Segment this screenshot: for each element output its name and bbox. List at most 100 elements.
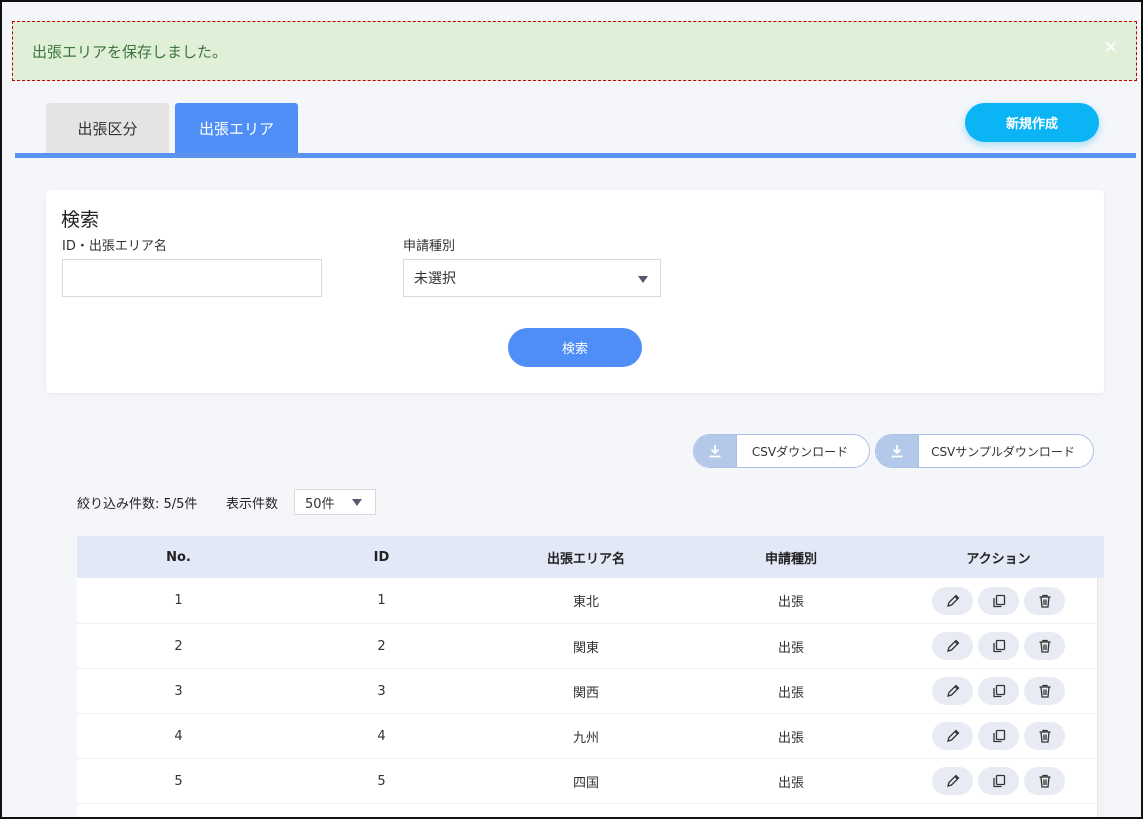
trash-icon [1037, 728, 1053, 744]
cell-type: 出張 [777, 775, 804, 791]
type-select[interactable]: 未選択 [403, 259, 661, 297]
cell-type: 出張 [777, 595, 804, 610]
row-actions [893, 722, 1104, 750]
edit-button[interactable] [932, 677, 973, 705]
app-frame: 出張エリアを保存しました。 ✕ 出張区分 出張エリア 新規作成 検索 ID・出張… [0, 0, 1143, 819]
type-field-label: 申請種別 [403, 239, 456, 254]
delete-button[interactable] [1024, 632, 1065, 660]
copy-icon [991, 773, 1007, 789]
cell-no: 4 [174, 728, 183, 744]
per-page-label: 表示件数 [226, 497, 279, 512]
tab-label: 出張区分 [77, 120, 138, 138]
csv-download-label: CSVダウンロード [751, 444, 849, 459]
csv-sample-label: CSVサンプルダウンロード [931, 444, 1075, 459]
cell-id: 2 [377, 638, 386, 654]
pencil-icon [945, 593, 961, 609]
tab-label: 出張エリア [198, 120, 274, 138]
header-area-name: 出張エリア名 [546, 551, 625, 567]
copy-icon [991, 728, 1007, 744]
row-actions [893, 677, 1104, 705]
cell-id: 5 [377, 773, 386, 789]
row-actions [893, 586, 1104, 615]
close-icon[interactable]: ✕ [1104, 40, 1118, 57]
cell-no: 5 [174, 773, 183, 789]
header-id: ID [373, 549, 390, 565]
delete-button[interactable] [1024, 586, 1065, 615]
table-header: No. ID 出張エリア名 申請種別 アクション [77, 536, 1104, 578]
cell-type: 出張 [777, 685, 804, 701]
edit-button[interactable] [932, 722, 973, 750]
header-type: 申請種別 [764, 551, 817, 567]
cell-id: 1 [377, 593, 386, 608]
cell-no: 1 [174, 593, 183, 608]
alert-message: 出張エリアを保存しました。 [32, 42, 228, 61]
pencil-icon [945, 683, 961, 699]
copy-button[interactable] [978, 767, 1019, 795]
header-no: No. [166, 549, 191, 565]
chevron-down-icon [638, 276, 648, 283]
cell-area-name: 九州 [572, 730, 599, 746]
cell-area-name: 四国 [572, 775, 599, 791]
copy-button[interactable] [978, 722, 1019, 750]
search-title: 検索 [61, 209, 100, 231]
table-row[interactable]: 4 4 九州 出張 [77, 714, 1104, 759]
table-row[interactable]: 3 3 関西 出張 [77, 669, 1104, 714]
delete-button[interactable] [1024, 722, 1065, 750]
tab-trip-area[interactable]: 出張エリア [175, 103, 298, 154]
trash-icon [1037, 638, 1053, 654]
cell-id: 3 [377, 683, 386, 699]
copy-icon [991, 638, 1007, 654]
edit-button[interactable] [932, 767, 973, 795]
copy-icon [991, 683, 1007, 699]
table-row[interactable]: 2 2 関東 出張 [77, 624, 1104, 669]
trash-icon [1037, 773, 1053, 789]
create-new-label: 新規作成 [1005, 117, 1058, 132]
pencil-icon [945, 773, 961, 789]
table-body: 1 1 東北 出張 2 2 関東 出張 3 3 関西 出張 4 4 九州 出張 5 5 四国 出張 [77, 578, 1104, 804]
header-action: アクション [966, 551, 1031, 567]
search-button-label: 検索 [561, 342, 588, 357]
table-row[interactable]: 5 5 四国 出張 [77, 759, 1104, 804]
edit-button[interactable] [932, 632, 973, 660]
filter-count: 絞り込み件数: 5/5件 [77, 497, 198, 512]
search-panel: 検索 ID・出張エリア名 申請種別 未選択 検索 [46, 190, 1104, 393]
name-field-label: ID・出張エリア名 [62, 239, 167, 254]
edit-button[interactable] [932, 586, 973, 615]
cell-type: 出張 [777, 640, 804, 656]
pencil-icon [945, 638, 961, 654]
cell-type: 出張 [777, 730, 804, 746]
csv-sample-download-button[interactable]: CSVサンプルダウンロード [875, 434, 1094, 468]
download-icon [694, 435, 737, 467]
delete-button[interactable] [1024, 677, 1065, 705]
area-table: No. ID 出張エリア名 申請種別 アクション 1 1 東北 出張 2 2 関東 出張 3 3 関… [77, 536, 1104, 817]
table-scrollbar[interactable] [1097, 578, 1104, 817]
copy-button[interactable] [978, 632, 1019, 660]
cell-id: 4 [377, 728, 386, 744]
tab-trip-category[interactable]: 出張区分 [46, 103, 169, 154]
cell-no: 3 [174, 683, 183, 699]
success-alert: 出張エリアを保存しました。 ✕ [12, 21, 1137, 81]
name-search-input[interactable] [62, 259, 322, 297]
row-actions [893, 767, 1104, 795]
table-row[interactable]: 1 1 東北 出張 [77, 578, 1104, 624]
search-button[interactable]: 検索 [508, 328, 642, 367]
type-select-value: 未選択 [414, 271, 456, 287]
copy-button[interactable] [978, 586, 1019, 615]
cell-no: 2 [174, 638, 183, 654]
row-actions [893, 632, 1104, 660]
cell-area-name: 関東 [572, 640, 599, 656]
pencil-icon [945, 728, 961, 744]
delete-button[interactable] [1024, 767, 1065, 795]
trash-icon [1037, 683, 1053, 699]
copy-icon [991, 593, 1007, 609]
copy-button[interactable] [978, 677, 1019, 705]
cell-area-name: 関西 [572, 685, 599, 701]
tab-underline [15, 153, 1136, 158]
trash-icon [1037, 593, 1053, 609]
per-page-select[interactable]: 50件 [294, 489, 376, 515]
download-icon [876, 435, 919, 467]
create-new-button[interactable]: 新規作成 [965, 103, 1099, 142]
per-page-value: 50件 [305, 496, 335, 512]
chevron-down-icon [352, 499, 362, 506]
csv-download-button[interactable]: CSVダウンロード [693, 434, 870, 468]
